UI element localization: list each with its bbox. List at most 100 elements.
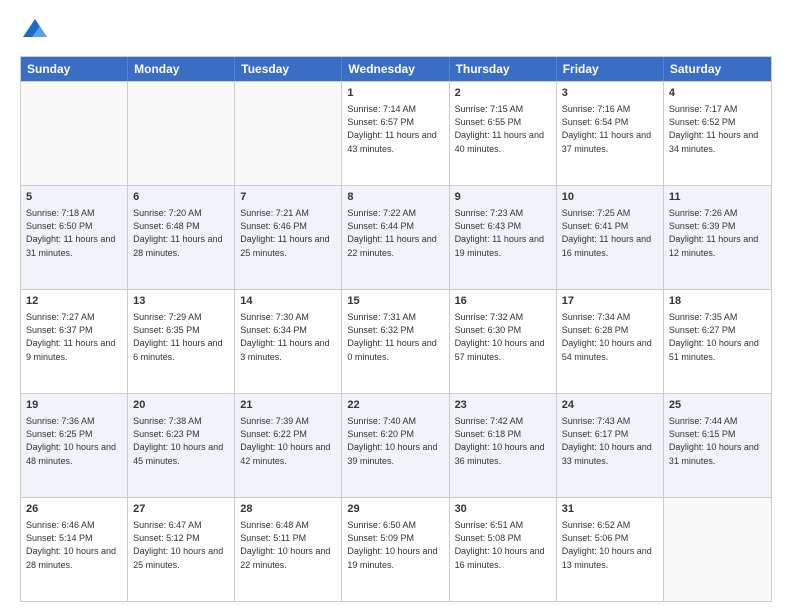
day-number: 5 [26,190,122,205]
calendar-row-2: 5 Sunrise: 7:18 AM Sunset: 6:50 PM Daylig… [21,185,771,289]
day-number: 4 [669,86,766,101]
day-number: 19 [26,398,122,413]
day-cell-8: 8Sunrise: 7:22 AM Sunset: 6:44 PM Daylig… [342,186,449,289]
day-number: 1 [347,86,443,101]
day-cell-29: 29Sunrise: 6:50 AM Sunset: 5:09 PM Dayli… [342,498,449,601]
day-info: Sunrise: 7:34 AM Sunset: 6:28 PM Dayligh… [562,311,658,363]
day-info: Sunrise: 7:44 AM Sunset: 6:15 PM Dayligh… [669,415,766,467]
day-number: 16 [455,294,551,309]
day-info: Sunrise: 7:23 AM Sunset: 6:43 PM Dayligh… [455,207,551,259]
day-cell-9: 9 Sunrise: 7:23 AM Sunset: 6:43 PM Daylig… [450,186,557,289]
day-number: 30 [455,502,551,517]
day-info: Sunrise: 7:21 AM Sunset: 6:46 PM Dayligh… [240,207,336,259]
day-info: Sunrise: 7:32 AM Sunset: 6:30 PM Dayligh… [455,311,551,363]
day-info: Sunrise: 7:22 AM Sunset: 6:44 PM Dayligh… [347,207,443,259]
day-info: Sunrise: 7:18 AM Sunset: 6:50 PM Dayligh… [26,207,122,259]
header-day-friday: Friday [557,57,664,81]
day-cell-1: 1 Sunrise: 7:14 AM Sunset: 6:57 PM Daylig… [342,82,449,185]
day-cell-10: 10 Sunrise: 7:25 AM Sunset: 6:41 PM Dayli… [557,186,664,289]
day-cell-7: 7Sunrise: 7:21 AM Sunset: 6:46 PM Daylig… [235,186,342,289]
day-cell-28: 28 Sunrise: 6:48 AM Sunset: 5:11 PM Dayli… [235,498,342,601]
empty-cell [128,82,235,185]
day-number: 10 [562,190,658,205]
day-cell-2: 2 Sunrise: 7:15 AM Sunset: 6:55 PM Daylig… [450,82,557,185]
day-number: 28 [240,502,336,517]
header-day-wednesday: Wednesday [342,57,449,81]
day-cell-31: 31 Sunrise: 6:52 AM Sunset: 5:06 PM Dayli… [557,498,664,601]
day-info: Sunrise: 7:42 AM Sunset: 6:18 PM Dayligh… [455,415,551,467]
day-cell-13: 13Sunrise: 7:29 AM Sunset: 6:35 PM Dayli… [128,290,235,393]
day-number: 9 [455,190,551,205]
calendar-body: 1 Sunrise: 7:14 AM Sunset: 6:57 PM Daylig… [21,81,771,601]
day-info: Sunrise: 6:47 AM Sunset: 5:12 PM Dayligh… [133,519,229,571]
calendar: SundayMondayTuesdayWednesdayThursdayFrid… [20,56,772,602]
day-number: 3 [562,86,658,101]
day-cell-23: 23Sunrise: 7:42 AM Sunset: 6:18 PM Dayli… [450,394,557,497]
calendar-row-3: 12 Sunrise: 7:27 AM Sunset: 6:37 PM Dayli… [21,289,771,393]
day-number: 11 [669,190,766,205]
day-cell-15: 15 Sunrise: 7:31 AM Sunset: 6:32 PM Dayli… [342,290,449,393]
day-cell-22: 22 Sunrise: 7:40 AM Sunset: 6:20 PM Dayli… [342,394,449,497]
day-number: 12 [26,294,122,309]
day-info: Sunrise: 6:50 AM Sunset: 5:09 PM Dayligh… [347,519,443,571]
header-day-sunday: Sunday [21,57,128,81]
day-cell-16: 16 Sunrise: 7:32 AM Sunset: 6:30 PM Dayli… [450,290,557,393]
day-info: Sunrise: 7:31 AM Sunset: 6:32 PM Dayligh… [347,311,443,363]
day-cell-3: 3 Sunrise: 7:16 AM Sunset: 6:54 PM Daylig… [557,82,664,185]
day-info: Sunrise: 7:40 AM Sunset: 6:20 PM Dayligh… [347,415,443,467]
calendar-row-5: 26 Sunrise: 6:46 AM Sunset: 5:14 PM Dayli… [21,497,771,601]
day-info: Sunrise: 7:35 AM Sunset: 6:27 PM Dayligh… [669,311,766,363]
day-cell-11: 11Sunrise: 7:26 AM Sunset: 6:39 PM Dayli… [664,186,771,289]
logo-icon [20,16,50,46]
day-info: Sunrise: 7:30 AM Sunset: 6:34 PM Dayligh… [240,311,336,363]
day-number: 15 [347,294,443,309]
day-info: Sunrise: 7:15 AM Sunset: 6:55 PM Dayligh… [455,103,551,155]
day-info: Sunrise: 6:48 AM Sunset: 5:11 PM Dayligh… [240,519,336,571]
day-info: Sunrise: 6:46 AM Sunset: 5:14 PM Dayligh… [26,519,122,571]
day-info: Sunrise: 6:51 AM Sunset: 5:08 PM Dayligh… [455,519,551,571]
empty-cell [21,82,128,185]
logo [20,16,54,46]
day-info: Sunrise: 7:43 AM Sunset: 6:17 PM Dayligh… [562,415,658,467]
header-day-tuesday: Tuesday [235,57,342,81]
day-info: Sunrise: 7:14 AM Sunset: 6:57 PM Dayligh… [347,103,443,155]
day-info: Sunrise: 7:16 AM Sunset: 6:54 PM Dayligh… [562,103,658,155]
day-cell-27: 27 Sunrise: 6:47 AM Sunset: 5:12 PM Dayli… [128,498,235,601]
calendar-row-1: 1 Sunrise: 7:14 AM Sunset: 6:57 PM Daylig… [21,81,771,185]
day-number: 20 [133,398,229,413]
header-day-saturday: Saturday [664,57,771,81]
empty-cell [664,498,771,601]
day-cell-19: 19 Sunrise: 7:36 AM Sunset: 6:25 PM Dayli… [21,394,128,497]
page: SundayMondayTuesdayWednesdayThursdayFrid… [0,0,792,612]
day-number: 17 [562,294,658,309]
day-info: Sunrise: 7:29 AM Sunset: 6:35 PM Dayligh… [133,311,229,363]
day-cell-5: 5 Sunrise: 7:18 AM Sunset: 6:50 PM Daylig… [21,186,128,289]
day-number: 27 [133,502,229,517]
day-info: Sunrise: 6:52 AM Sunset: 5:06 PM Dayligh… [562,519,658,571]
day-cell-20: 20 Sunrise: 7:38 AM Sunset: 6:23 PM Dayli… [128,394,235,497]
day-info: Sunrise: 7:38 AM Sunset: 6:23 PM Dayligh… [133,415,229,467]
day-cell-17: 17 Sunrise: 7:34 AM Sunset: 6:28 PM Dayli… [557,290,664,393]
day-number: 26 [26,502,122,517]
day-cell-6: 6Sunrise: 7:20 AM Sunset: 6:48 PM Daylig… [128,186,235,289]
day-cell-24: 24 Sunrise: 7:43 AM Sunset: 6:17 PM Dayli… [557,394,664,497]
day-number: 25 [669,398,766,413]
day-info: Sunrise: 7:36 AM Sunset: 6:25 PM Dayligh… [26,415,122,467]
header-day-thursday: Thursday [450,57,557,81]
day-info: Sunrise: 7:17 AM Sunset: 6:52 PM Dayligh… [669,103,766,155]
day-cell-25: 25 Sunrise: 7:44 AM Sunset: 6:15 PM Dayli… [664,394,771,497]
day-number: 31 [562,502,658,517]
day-info: Sunrise: 7:25 AM Sunset: 6:41 PM Dayligh… [562,207,658,259]
calendar-header: SundayMondayTuesdayWednesdayThursdayFrid… [21,57,771,81]
day-number: 22 [347,398,443,413]
empty-cell [235,82,342,185]
day-number: 24 [562,398,658,413]
day-info: Sunrise: 7:27 AM Sunset: 6:37 PM Dayligh… [26,311,122,363]
day-number: 18 [669,294,766,309]
day-cell-12: 12 Sunrise: 7:27 AM Sunset: 6:37 PM Dayli… [21,290,128,393]
day-cell-14: 14Sunrise: 7:30 AM Sunset: 6:34 PM Dayli… [235,290,342,393]
day-cell-4: 4 Sunrise: 7:17 AM Sunset: 6:52 PM Daylig… [664,82,771,185]
header-day-monday: Monday [128,57,235,81]
day-info: Sunrise: 7:39 AM Sunset: 6:22 PM Dayligh… [240,415,336,467]
day-number: 2 [455,86,551,101]
